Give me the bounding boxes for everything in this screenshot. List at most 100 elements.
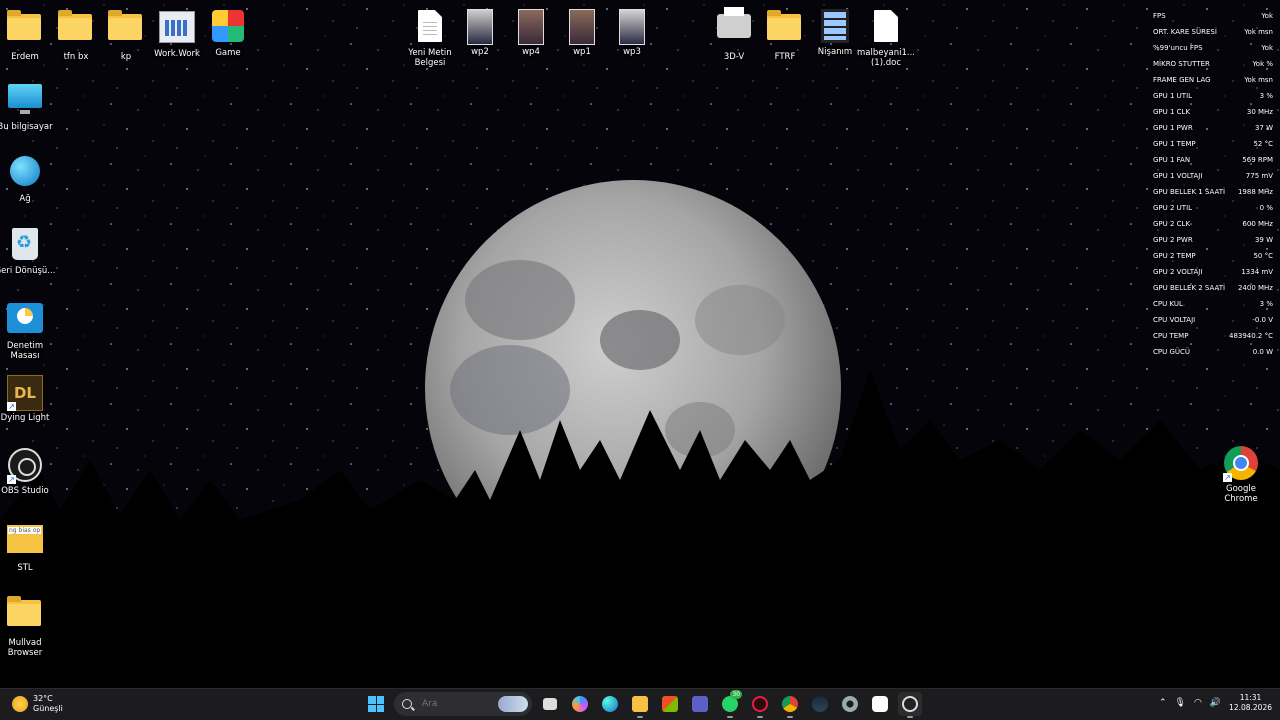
copilot-icon xyxy=(572,696,588,712)
edge-icon xyxy=(602,696,618,712)
desktop-icon-ag[interactable]: Ağ xyxy=(0,153,57,204)
overlay-row: CPU KUL 3 % xyxy=(1153,296,1273,312)
shortcut-arrow-icon: ↗ xyxy=(7,475,16,484)
desktop-icon-malbeyani[interactable]: malbeyani1... (1).doc xyxy=(854,8,918,68)
desktop-icon-denetim-masasi[interactable]: Denetim Masası xyxy=(0,300,57,361)
chevron-up-icon[interactable]: ⌃ xyxy=(1159,698,1167,708)
folder-icon xyxy=(7,596,43,636)
microphone-icon[interactable]: 🎙 xyxy=(1175,698,1186,708)
desktop-icon-wp3[interactable]: wp3 xyxy=(600,8,664,57)
desktop-icon-label: Ağ xyxy=(19,194,31,204)
overlay-label: %99'uncu FPS xyxy=(1153,44,1203,52)
overlay-label: CPU KUL xyxy=(1153,300,1183,308)
document-file-icon xyxy=(868,10,904,46)
start-button[interactable] xyxy=(364,692,388,716)
overlay-value: 3 % xyxy=(1259,92,1273,100)
overlay-value: Yok msn xyxy=(1244,28,1273,36)
overlay-value: 30 MHz xyxy=(1246,108,1273,116)
overlay-value: 483940.2 °C xyxy=(1228,332,1273,340)
overlay-value: 52 °C xyxy=(1253,140,1273,148)
desktop-icon-stl[interactable]: STL xyxy=(0,520,57,573)
file-explorer-button[interactable] xyxy=(628,692,652,718)
chrome-taskbar-button[interactable] xyxy=(778,692,802,718)
overlay-label: ORT. KARE SÜRESİ xyxy=(1153,28,1217,36)
copilot-button[interactable] xyxy=(568,692,592,716)
desktop-icon-label: Geri Dönüşü... xyxy=(0,266,56,276)
text-document-icon xyxy=(412,10,448,46)
overlay-label: GPU 2 CLK xyxy=(1153,220,1191,228)
weather-desc: Güneşli xyxy=(33,704,63,713)
desktop-icon-obs-studio[interactable]: ↗ OBS Studio xyxy=(0,447,57,496)
weather-widget[interactable]: 32°C Güneşli xyxy=(12,694,63,714)
desktop-icon-label: STL xyxy=(17,563,33,573)
teams-button[interactable] xyxy=(688,692,712,716)
desktop-icon-label: Mullvad Browser xyxy=(7,638,43,658)
clock[interactable]: 11:31 12.08.2026 xyxy=(1229,693,1272,713)
wifi-icon[interactable]: ◠ xyxy=(1194,698,1202,708)
desktop-icon-google-chrome[interactable]: ↗ Google Chrome xyxy=(1209,444,1273,504)
folder-icon xyxy=(58,10,94,50)
overlay-value: 775 mV xyxy=(1245,172,1273,180)
weather-temp: 32°C xyxy=(33,694,53,703)
whatsapp-button[interactable]: 30 xyxy=(718,690,742,718)
overlay-label: GPU 1 CLK xyxy=(1153,108,1191,116)
desktop-icon-bu-bilgisayar[interactable]: Bu bilgisayar xyxy=(0,80,57,132)
taskbar-search[interactable] xyxy=(394,692,532,716)
overlay-label: GPU BELLEK 1 SAATİ xyxy=(1153,188,1226,196)
overlay-row: %99'uncu FPS Yok xyxy=(1153,40,1273,56)
desktop-icon-geri-donusum[interactable]: Geri Dönüşü... xyxy=(0,226,57,276)
dying-light-icon: DL ↗ xyxy=(7,375,43,411)
overlay-value: Yok xyxy=(1261,12,1273,20)
volume-icon[interactable]: 🔊 xyxy=(1210,698,1221,708)
steam-icon xyxy=(812,696,828,712)
clock-date: 12.08.2026 xyxy=(1229,703,1272,712)
overlay-row: GPU 1 PWR 37 W xyxy=(1153,120,1273,136)
desktop-icon-label: OBS Studio xyxy=(1,486,49,496)
image-file-icon xyxy=(564,9,600,45)
search-input[interactable] xyxy=(420,698,504,710)
desktop-icon-game[interactable]: Game xyxy=(196,8,260,58)
obs-taskbar-button[interactable] xyxy=(898,692,922,718)
computer-monitor-icon xyxy=(7,84,43,120)
folder-icon xyxy=(632,696,648,712)
edge-button[interactable] xyxy=(598,692,622,716)
overlay-label: CPU VOLTAJI xyxy=(1153,316,1196,324)
overlay-label: GPU 2 UTIL xyxy=(1153,204,1193,212)
overlay-label: FPS xyxy=(1153,12,1166,20)
desktop-icon-label: Google Chrome xyxy=(1224,484,1258,504)
settings-button[interactable] xyxy=(838,692,862,716)
overlay-value: 39 W xyxy=(1254,236,1273,244)
overlay-row: GPU 1 CLK 30 MHz xyxy=(1153,104,1273,120)
app-button[interactable] xyxy=(868,692,892,716)
clock-time: 11:31 xyxy=(1239,693,1262,702)
overlay-value: 569 RPM xyxy=(1242,156,1273,164)
overlay-row: GPU 2 VOLTAJI 1334 mV xyxy=(1153,264,1273,280)
overlay-row: ORT. KARE SÜRESİ Yok msn xyxy=(1153,24,1273,40)
steam-button[interactable] xyxy=(808,692,832,716)
desktop-icon-label: wp3 xyxy=(623,47,641,57)
overlay-row: GPU 2 TEMP 50 °C xyxy=(1153,248,1273,264)
overlay-value: Yok % xyxy=(1252,60,1273,68)
notification-badge: 30 xyxy=(730,690,742,699)
folder-icon xyxy=(7,10,43,50)
overlay-value: 3 % xyxy=(1259,300,1273,308)
desktop-icon-label: Game xyxy=(215,48,241,58)
overlay-row: FPS Yok xyxy=(1153,8,1273,24)
opera-gx-button[interactable] xyxy=(748,692,772,718)
store-icon xyxy=(662,696,678,712)
folder-icon xyxy=(767,10,803,50)
teams-icon xyxy=(692,696,708,712)
desktop-icon-mullvad-browser[interactable]: Mullvad Browser xyxy=(0,594,57,658)
search-highlight-icon xyxy=(498,696,528,712)
overlay-value: 0 % xyxy=(1259,204,1273,212)
store-button[interactable] xyxy=(658,692,682,716)
overlay-label: GPU 1 VOLTAJI xyxy=(1153,172,1203,180)
shortcut-arrow-icon: ↗ xyxy=(7,402,16,411)
task-view-button[interactable] xyxy=(538,692,562,716)
network-globe-icon xyxy=(7,156,43,192)
overlay-row: GPU BELLEK 2 SAATİ 2400 MHz xyxy=(1153,280,1273,296)
overlay-label: GPU 1 PWR xyxy=(1153,124,1193,132)
app-icon xyxy=(872,696,888,712)
desktop-icon-dying-light[interactable]: DL ↗ Dying Light xyxy=(0,374,57,423)
chrome-icon xyxy=(782,696,798,712)
